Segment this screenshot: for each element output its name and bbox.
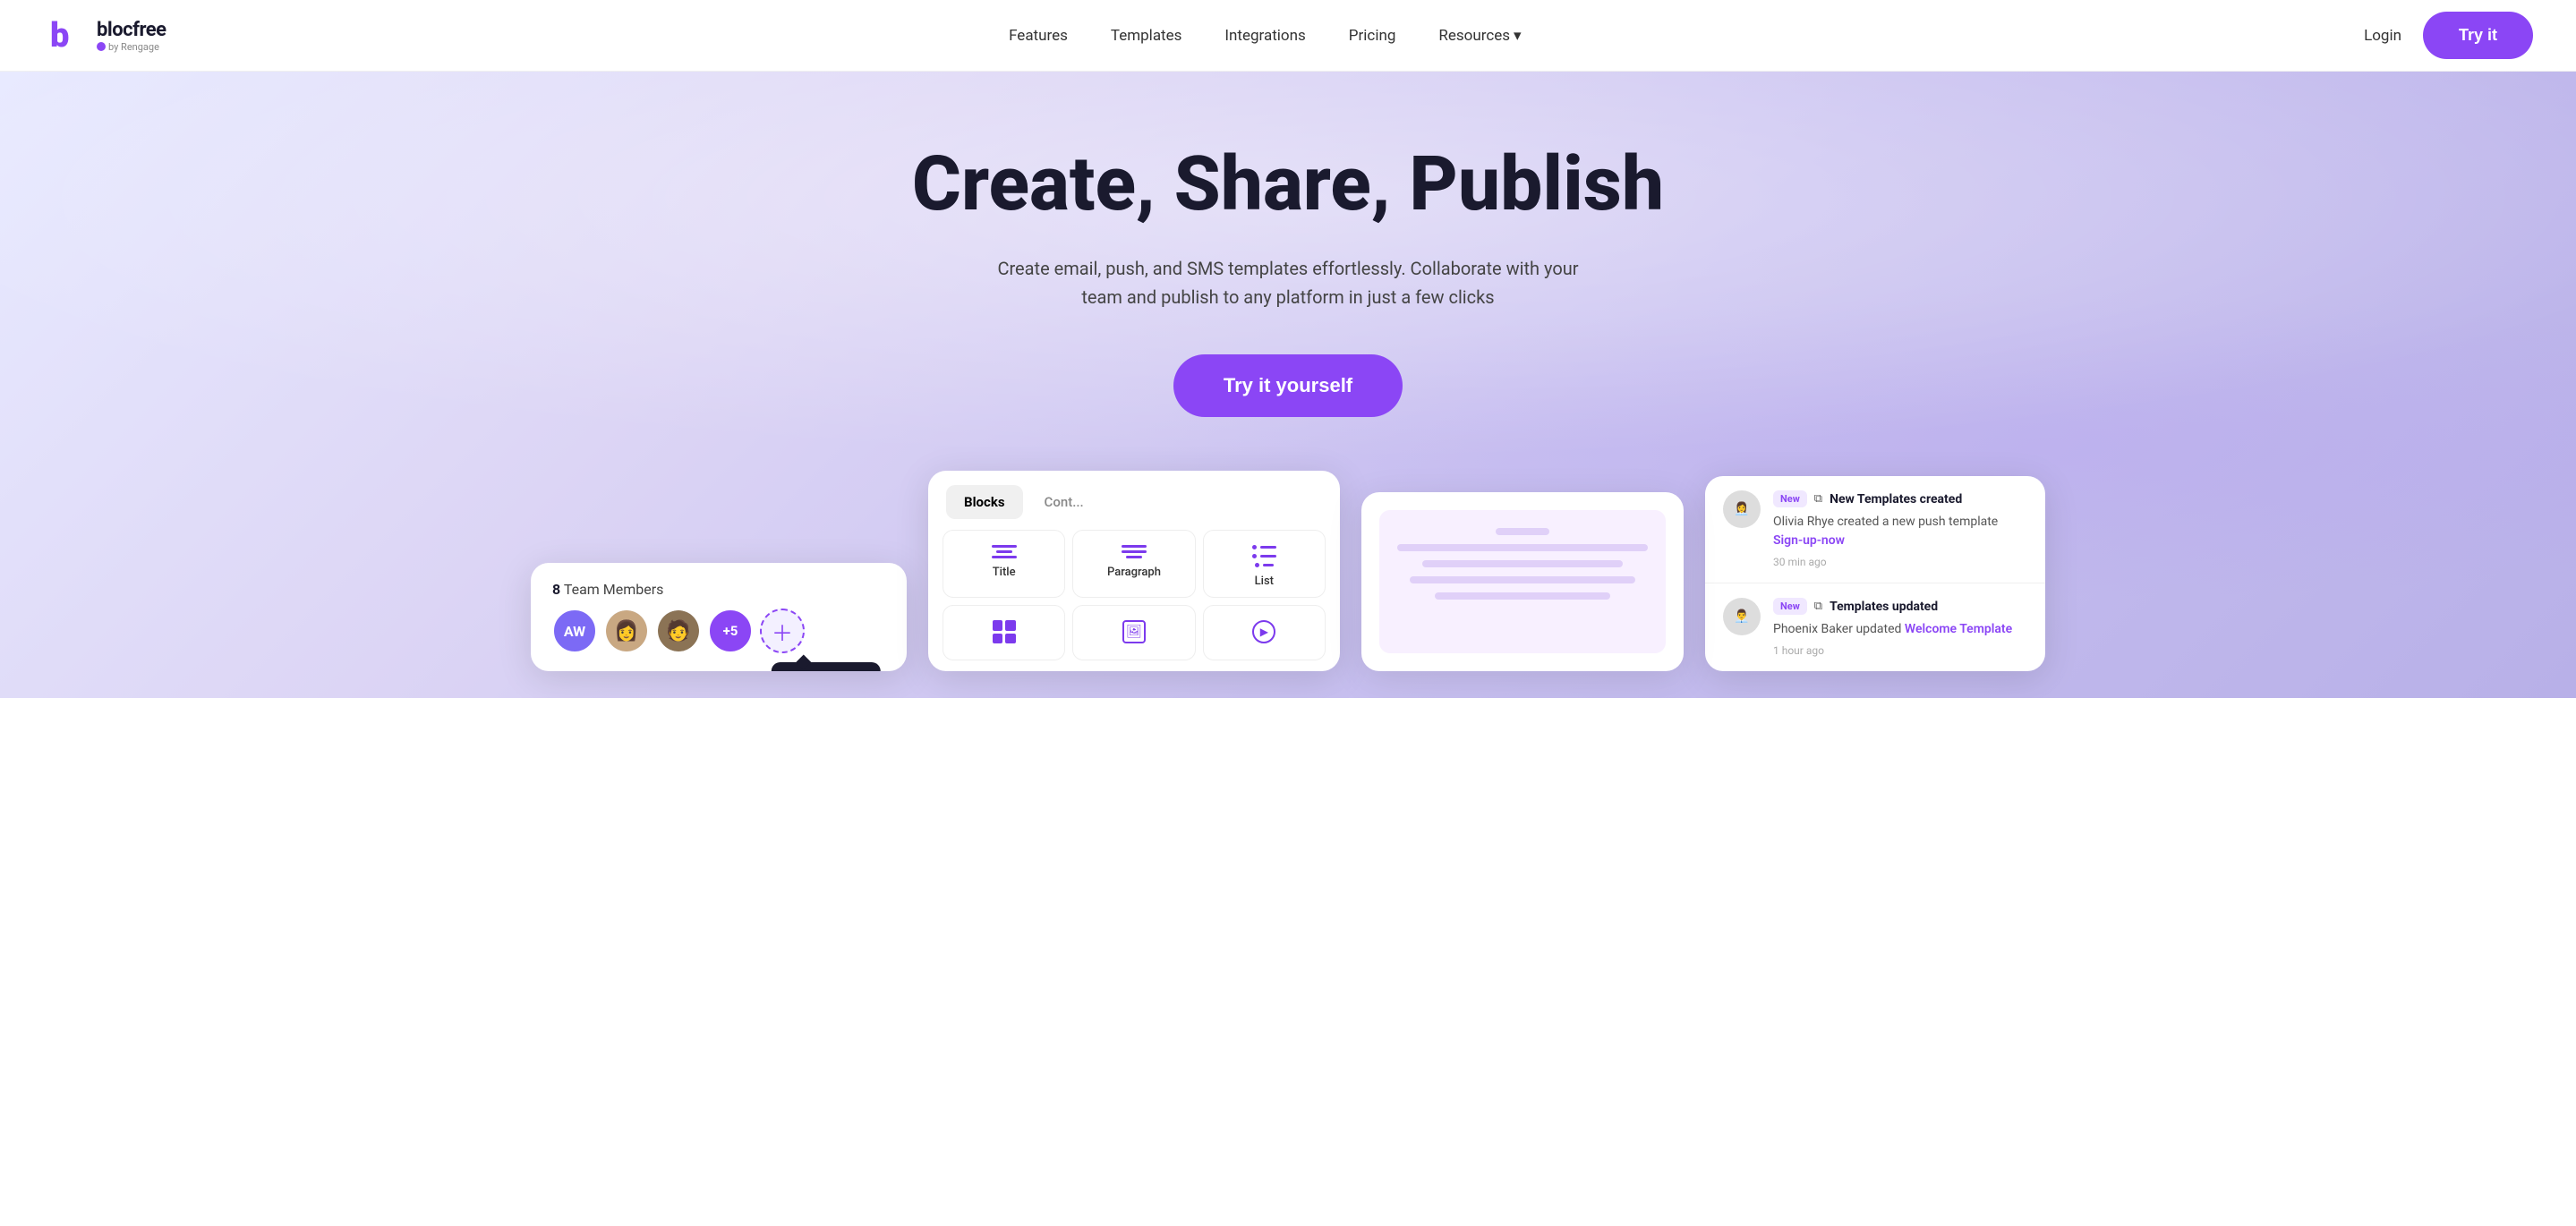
logo-link[interactable]: b blocfree by Rengage bbox=[43, 13, 166, 59]
add-member-button[interactable]: ＋ Add member bbox=[760, 609, 805, 653]
blocks-card: Blocks Cont... Title bbox=[928, 471, 1340, 671]
notif-link-1[interactable]: Sign-up-now bbox=[1773, 533, 1845, 548]
nav-actions: Login Try it bbox=[2364, 12, 2533, 59]
logo-name: blocfree bbox=[97, 19, 166, 41]
nav-resources-label: Resources bbox=[1438, 27, 1510, 45]
plus-icon: ＋ bbox=[772, 616, 793, 647]
title-icon bbox=[992, 545, 1017, 558]
team-label: Team Members bbox=[564, 581, 664, 598]
preview-line-1 bbox=[1496, 528, 1549, 535]
notifications-card: 👩‍💼 New ⧉ New Templates created Olivia R… bbox=[1705, 476, 2045, 671]
copy-icon-1: ⧉ bbox=[1814, 492, 1822, 506]
nav-templates[interactable]: Templates bbox=[1111, 27, 1182, 45]
block-video[interactable]: ▶ bbox=[1203, 605, 1326, 660]
paragraph-icon bbox=[1122, 545, 1147, 558]
block-grid[interactable] bbox=[943, 605, 1065, 660]
block-paragraph[interactable]: Paragraph bbox=[1072, 530, 1195, 598]
add-member-tooltip: Add member bbox=[772, 662, 881, 671]
preview-line-4 bbox=[1410, 576, 1635, 583]
nav-links: Features Templates Integrations Pricing … bbox=[1009, 27, 1521, 45]
blocks-tab-cont[interactable]: Cont... bbox=[1027, 485, 1102, 519]
try-it-button[interactable]: Try it bbox=[2423, 12, 2533, 59]
preview-line-3 bbox=[1422, 560, 1623, 567]
notification-2: 👨‍💼 New ⧉ Templates updated Phoenix Bake… bbox=[1705, 583, 2045, 671]
notif-body-2: Phoenix Baker updated Welcome Template bbox=[1773, 620, 2027, 639]
blocks-grid: Title Paragraph bbox=[928, 519, 1340, 671]
notif-content-1: New ⧉ New Templates created Olivia Rhye … bbox=[1773, 490, 2027, 568]
navbar: b blocfree by Rengage Features Templates… bbox=[0, 0, 2576, 72]
svg-text:b: b bbox=[50, 16, 69, 55]
notif-time-2: 1 hour ago bbox=[1773, 644, 2027, 657]
preview-line-5 bbox=[1435, 592, 1610, 600]
block-image[interactable]: 🖼 bbox=[1072, 605, 1195, 660]
block-title[interactable]: Title bbox=[943, 530, 1065, 598]
grid-icon bbox=[993, 620, 1016, 643]
nav-integrations[interactable]: Integrations bbox=[1224, 27, 1305, 45]
notif-avatar-olivia: 👩‍💼 bbox=[1723, 490, 1761, 528]
preview-content bbox=[1379, 510, 1666, 653]
avatar-more: +5 bbox=[708, 609, 753, 653]
hero-cards: 8 Team Members AW 👩 🧑 +5 ＋ Add member bbox=[43, 471, 2533, 671]
notif-badge-2: New bbox=[1773, 598, 1807, 615]
avatar-face-2: 🧑 bbox=[658, 610, 699, 651]
team-count: 8 bbox=[552, 581, 560, 598]
avatar-face-1: 👩 bbox=[606, 610, 647, 651]
rengage-icon bbox=[97, 42, 106, 51]
nav-pricing[interactable]: Pricing bbox=[1349, 27, 1396, 45]
notif-header-1: New ⧉ New Templates created bbox=[1773, 490, 2027, 507]
avatar-photo-1: 👩 bbox=[604, 609, 649, 653]
block-list[interactable]: List bbox=[1203, 530, 1326, 598]
list-icon bbox=[1252, 545, 1276, 567]
try-it-yourself-button[interactable]: Try it yourself bbox=[1173, 354, 1403, 417]
blocks-tab-blocks[interactable]: Blocks bbox=[946, 485, 1023, 519]
block-paragraph-label: Paragraph bbox=[1107, 566, 1161, 579]
team-avatars: AW 👩 🧑 +5 ＋ Add member bbox=[531, 609, 907, 671]
notif-time-1: 30 min ago bbox=[1773, 556, 2027, 568]
logo-icon: b bbox=[43, 13, 90, 59]
video-icon: ▶ bbox=[1252, 620, 1275, 643]
notif-header-2: New ⧉ Templates updated bbox=[1773, 598, 2027, 615]
hero-section: Create, Share, Publish Create email, pus… bbox=[0, 72, 2576, 698]
nav-resources[interactable]: Resources ▾ bbox=[1438, 27, 1521, 45]
logo-sub: by Rengage bbox=[97, 41, 166, 53]
preview-card bbox=[1361, 492, 1684, 671]
block-list-label: List bbox=[1255, 575, 1274, 588]
preview-card-wrap bbox=[1361, 492, 1684, 671]
notif-content-2: New ⧉ Templates updated Phoenix Baker up… bbox=[1773, 598, 2027, 657]
notif-body-1: Olivia Rhye created a new push template … bbox=[1773, 513, 2027, 550]
notif-avatar-phoenix: 👨‍💼 bbox=[1723, 598, 1761, 635]
team-header: 8 Team Members bbox=[531, 563, 907, 609]
notification-1: 👩‍💼 New ⧉ New Templates created Olivia R… bbox=[1705, 476, 2045, 583]
team-members-card: 8 Team Members AW 👩 🧑 +5 ＋ Add member bbox=[531, 563, 907, 671]
chevron-down-icon: ▾ bbox=[1514, 27, 1522, 45]
blocks-tabs: Blocks Cont... bbox=[928, 471, 1340, 519]
login-link[interactable]: Login bbox=[2364, 27, 2401, 45]
avatar-photo-2: 🧑 bbox=[656, 609, 701, 653]
notif-title-2: Templates updated bbox=[1830, 600, 1938, 614]
hero-title: Create, Share, Publish bbox=[912, 143, 1664, 226]
notif-title-1: New Templates created bbox=[1830, 492, 1962, 507]
nav-features[interactable]: Features bbox=[1009, 27, 1068, 45]
avatar-aw: AW bbox=[552, 609, 597, 653]
block-title-label: Title bbox=[993, 566, 1016, 579]
notif-badge-1: New bbox=[1773, 490, 1807, 507]
notif-link-2[interactable]: Welcome Template bbox=[1905, 622, 2012, 636]
hero-subtitle: Create email, push, and SMS templates ef… bbox=[984, 254, 1592, 311]
image-icon: 🖼 bbox=[1122, 620, 1146, 643]
copy-icon-2: ⧉ bbox=[1814, 600, 1822, 613]
preview-line-2 bbox=[1397, 544, 1648, 551]
